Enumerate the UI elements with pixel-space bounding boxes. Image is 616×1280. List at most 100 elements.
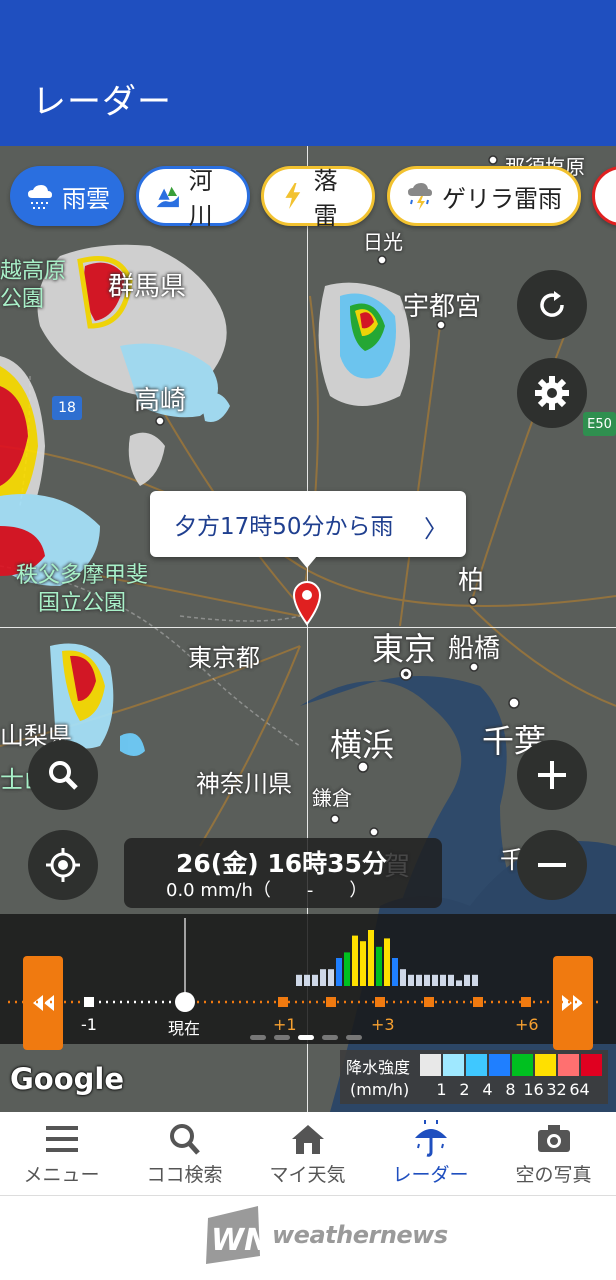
umbrella-icon [414, 1120, 447, 1157]
legend-swatches [420, 1054, 604, 1076]
timeline-bar [416, 974, 422, 986]
legend-unit: (mm/h) [350, 1080, 410, 1099]
legend-value: 4 [482, 1080, 493, 1099]
nav-sky-photos[interactable]: 空の写真 [492, 1112, 615, 1196]
timeline-bar [424, 974, 430, 986]
chip-label: 落雷 [313, 167, 338, 230]
search-icon [49, 761, 78, 790]
radar-map[interactable]: 那須塩原 日光 宇都宮 群馬県 越高原 公園 高崎 秩父多摩甲斐 国立公園 柏 … [0, 146, 616, 1112]
chip-river[interactable]: 河川 [136, 166, 250, 230]
timeline-bar [344, 952, 350, 986]
legend-value: 2 [459, 1080, 470, 1099]
rain-amount: 0.0 mm/h（ - ） [166, 880, 368, 901]
legend-title: 降水強度 [346, 1058, 411, 1077]
settings-button[interactable] [517, 358, 587, 428]
legend-swatch [443, 1054, 464, 1076]
nav-label: メニュー [23, 1164, 100, 1186]
footer: WN weathernews [0, 1196, 616, 1280]
nav-my-weather[interactable]: マイ天気 [246, 1112, 369, 1196]
map-label-tokyo-to: 東京都 [188, 644, 260, 672]
map-label-kanagawa: 神奈川県 [196, 770, 292, 798]
map-search-button[interactable] [28, 740, 98, 810]
page-indicator [250, 1035, 362, 1040]
timeline-bar [368, 930, 374, 986]
page-title: レーダー [32, 82, 172, 122]
app-header: レーダー [0, 0, 616, 146]
nav-label: レーダー [392, 1164, 469, 1186]
refresh-icon [540, 291, 564, 317]
current-location-button[interactable] [28, 830, 98, 900]
time-display: 26(金) 16時35分 0.0 mm/h（ - ） [124, 838, 442, 908]
legend-value: 32 [546, 1080, 567, 1099]
legend-value: 8 [505, 1080, 516, 1099]
legend-swatch [420, 1054, 441, 1076]
google-logo: Google [10, 1062, 125, 1096]
nav-radar[interactable]: レーダー [369, 1112, 492, 1196]
search-icon [169, 1124, 200, 1155]
timeline-bar [400, 969, 406, 986]
timeline-bar [464, 974, 470, 986]
camera-icon [537, 1125, 570, 1152]
legend-value: 1 [436, 1080, 447, 1099]
legend-value: 64 [569, 1080, 590, 1099]
timeline-bar [376, 946, 382, 986]
map-label-nikko: 日光 [363, 230, 403, 254]
legend-swatch [581, 1054, 602, 1076]
timeline-bar [440, 974, 446, 986]
timeline-bar [320, 969, 326, 986]
timeline-bar [472, 974, 478, 986]
forecast-datetime: 26(金) 16時35分 [176, 849, 387, 878]
map-label-takasaki: 高崎 [134, 386, 187, 416]
refresh-button[interactable] [517, 270, 587, 340]
timeline-panel: -1 現在 +1 +3 +6 [0, 914, 616, 1050]
legend-swatch [535, 1054, 556, 1076]
zoom-in-button[interactable] [517, 740, 587, 810]
chip-rain-cloud[interactable]: 雨雲 [10, 166, 124, 226]
thunderstorm-icon [408, 183, 432, 210]
nav-menu[interactable]: メニュー [0, 1112, 123, 1196]
timeline-bar [328, 969, 334, 986]
road-sign-e50: E50 [583, 412, 616, 436]
road-sign-18: 18 [52, 396, 82, 420]
nav-label: ココ検索 [146, 1164, 223, 1186]
legend-swatch [558, 1054, 579, 1076]
nav-label: 空の写真 [515, 1164, 592, 1186]
precipitation-legend: 降水強度 (mm/h) 1 2 4 8 16 32 64 [340, 1050, 608, 1104]
crosshair-horizontal [0, 627, 616, 628]
location-pin-icon [292, 581, 322, 626]
callout-text: 夕方17時50分から雨 [174, 514, 394, 540]
timeline-bar [392, 958, 398, 986]
legend-swatch [466, 1054, 487, 1076]
tick-minus-1: -1 [81, 1015, 97, 1034]
map-label-funabashi: 船橋 [448, 634, 501, 664]
minus-icon [538, 863, 566, 867]
lightning-icon [285, 183, 301, 209]
map-label-kashiwa: 柏 [458, 566, 485, 596]
map-label-kamakura: 鎌倉 [312, 786, 352, 810]
timeline-bar [296, 974, 302, 986]
legend-values: 1 2 4 8 16 32 64 [430, 1080, 591, 1099]
legend-swatch [489, 1054, 510, 1076]
river-icon [156, 186, 179, 208]
timeline-bar [352, 935, 358, 986]
callout-tail [297, 556, 317, 568]
map-label-tokyo: 東京 [372, 630, 437, 668]
timeline-bar [304, 974, 310, 986]
chip-label: ゲリラ雷雨 [442, 184, 562, 213]
chip-more[interactable] [592, 166, 616, 226]
tick-plus-3: +3 [371, 1015, 395, 1034]
tick-now: 現在 [168, 1019, 201, 1038]
nav-search[interactable]: ココ検索 [123, 1112, 246, 1196]
chip-guerrilla-storm[interactable]: ゲリラ雷雨 [387, 166, 581, 226]
legend-value: 16 [523, 1080, 544, 1099]
map-label-utsunomiya: 宇都宮 [403, 292, 482, 322]
timeline-bar [408, 974, 414, 986]
rain-cloud-icon [28, 185, 52, 209]
zoom-out-button[interactable] [517, 830, 587, 900]
timeline-bar [456, 980, 462, 986]
map-label-chichibu: 秩父多摩甲斐 国立公園 [16, 563, 149, 616]
rain-forecast-callout[interactable]: 夕方17時50分から雨 〉 [150, 491, 466, 557]
chip-lightning[interactable]: 落雷 [261, 166, 375, 230]
chip-label: 雨雲 [62, 184, 110, 213]
tick-plus-6: +6 [515, 1015, 539, 1034]
